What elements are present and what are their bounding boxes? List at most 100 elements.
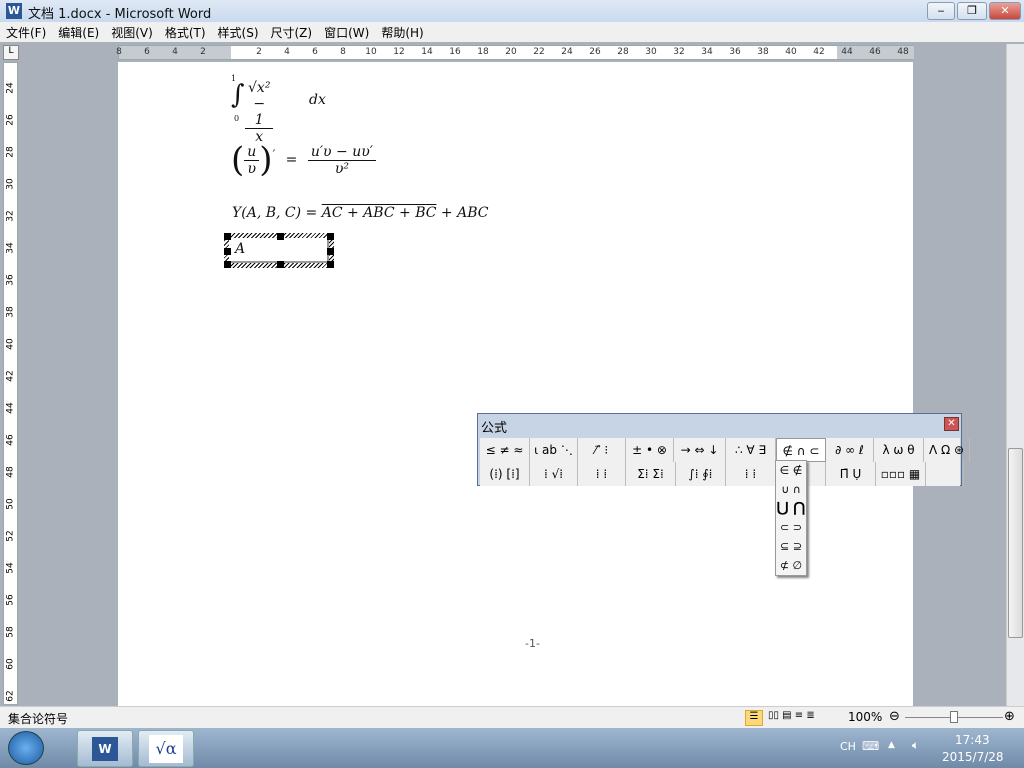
start-button[interactable] <box>8 731 44 765</box>
ruler-tick: 38 <box>5 306 16 318</box>
scrollbar-thumb[interactable] <box>1008 448 1023 638</box>
print-layout-icon[interactable]: ☰ <box>745 710 763 726</box>
menu-help[interactable]: 帮助(H) <box>375 22 429 43</box>
menu-style[interactable]: 样式(S) <box>212 22 265 43</box>
ruler-tick: 16 <box>449 47 461 57</box>
menu-format[interactable]: 格式(T) <box>159 22 212 43</box>
equation-edit-box[interactable]: A <box>224 233 334 268</box>
palette-button[interactable]: ∂ ∞ ℓ <box>826 438 874 462</box>
menu-bar: 文件(F) 编辑(E) 视图(V) 格式(T) 样式(S) 尺寸(Z) 窗口(W) 帮助(H) <box>0 22 1024 42</box>
differential: dx <box>309 92 326 108</box>
minimize-button[interactable]: ‒ <box>927 2 955 20</box>
ruler-tick: 10 <box>365 47 377 57</box>
palette-button[interactable]: ∴ ∀ ∃ <box>726 438 776 462</box>
palette-button[interactable]: ∫⁞ ∮⁞ <box>676 462 726 486</box>
palette-button[interactable]: ∉ ∩ ⊂ <box>776 438 826 462</box>
set-symbol-item[interactable]: ⊄ ∅ <box>776 556 806 575</box>
palette-button[interactable] <box>926 462 964 486</box>
term: C <box>425 205 437 221</box>
set-symbol-item[interactable]: ⋃ ⋂ <box>776 499 806 518</box>
zoom-slider-thumb[interactable] <box>950 711 958 723</box>
document-page[interactable]: 1 ∫ 0 √x² − 1x dx (u υ)′ = u′υ − uυ′ υ² Y(… <box>118 62 913 706</box>
palette-button[interactable]: λ ω θ <box>874 438 924 462</box>
volume-icon[interactable]: 🔈︎ <box>912 738 919 753</box>
denominator: υ² <box>334 160 349 177</box>
palette-button[interactable]: ≤ ≠ ≈ <box>480 438 530 462</box>
palette-button[interactable]: Σ⁞ Σ⁞ <box>626 462 676 486</box>
equation-logic[interactable]: Y(A, B, C) = AC + ABC + BC + ABC <box>232 205 488 221</box>
palette-button[interactable]: Π̄ Ụ <box>826 462 876 486</box>
ruler-tick: 2 <box>200 47 206 57</box>
equation-palette: 公式 ✕ ≤ ≠ ≈ ⍳ ab ⋱ ⁄ ⃗ ⁝ ± • ⊗ → ⇔ ↓ ∴ ∀ ∃ ∉ ∩ … <box>477 413 970 486</box>
palette-button[interactable]: → ⇔ ↓ <box>674 438 726 462</box>
numerator: u′υ − uυ′ <box>307 144 376 161</box>
page-number: -1- <box>525 637 540 650</box>
taskbar-word[interactable]: W <box>77 730 133 767</box>
set-symbol-item[interactable]: ∪ ∩ <box>776 480 806 499</box>
ruler-tick: 40 <box>785 47 797 57</box>
zoom-level[interactable]: 100% <box>848 710 882 724</box>
status-bar: 集合论符号 ☰ ▯▯ ▤ ≡ ≣ 100% ⊖ ⊕ <box>0 706 1024 728</box>
palette-button[interactable]: ⁞ √⁞ <box>530 462 578 486</box>
numerator: √x² − 1 <box>245 80 274 129</box>
restore-button[interactable]: ❐ <box>957 2 987 20</box>
keyboard-icon[interactable]: ⌨ <box>862 739 879 753</box>
ruler-tick: 44 <box>5 402 16 414</box>
menu-edit[interactable]: 编辑(E) <box>52 22 105 43</box>
palette-button[interactable]: ▫▫▫ ▦ <box>876 462 926 486</box>
equation-derivative[interactable]: (u υ)′ = u′υ − uυ′ υ² <box>231 140 376 180</box>
view-mode-icons[interactable]: ▯▯ ▤ ≡ ≣ <box>768 710 815 721</box>
ruler-tick: 34 <box>5 242 16 254</box>
vertical-scrollbar[interactable] <box>1006 44 1024 706</box>
palette-button[interactable]: ⁞ ⁞ <box>726 462 776 486</box>
palette-button[interactable]: ⍳ ab ⋱ <box>530 438 578 462</box>
zoom-out-icon[interactable]: ⊖ <box>889 709 900 724</box>
set-symbol-item[interactable]: ⊆ ⊇ <box>776 537 806 556</box>
ruler-tick: 38 <box>757 47 769 57</box>
ruler-tick: 20 <box>505 47 517 57</box>
ruler-tick: 4 <box>284 47 290 57</box>
ruler-tick: 8 <box>116 47 122 57</box>
integral-lower-limit: 0 <box>234 114 240 123</box>
taskbar-equation-editor[interactable]: √α <box>138 730 194 767</box>
set-symbol-item[interactable]: ∈ ∉ <box>776 461 806 480</box>
palette-button[interactable]: ⁞ ⁞ <box>578 462 626 486</box>
ruler-tick: 50 <box>5 498 16 510</box>
window-title: 文档 1.docx - Microsoft Word <box>28 7 212 22</box>
palette-button[interactable]: Λ Ω ⊛ <box>924 438 970 462</box>
show-hidden-icons[interactable]: ▲ <box>888 740 895 750</box>
vertical-ruler[interactable]: 24 26 28 30 32 34 36 38 40 42 44 46 48 50 52 54 56 58 60 62 <box>3 62 18 705</box>
clock-time[interactable]: 17:43 <box>955 733 990 747</box>
horizontal-ruler[interactable]: 8 6 4 2 2 4 6 8 10 12 14 16 18 20 22 24 26 28 30 32 34 36 38 40… <box>116 45 914 60</box>
ruler-tick: 56 <box>5 594 16 606</box>
menu-file[interactable]: 文件(F) <box>0 22 52 43</box>
ruler-tick: 42 <box>5 370 16 382</box>
tab-selector-button[interactable]: L <box>3 45 19 60</box>
taskbar: W √α CH ⌨ ▲ 🔈︎ 17:43 2015/7/28 <box>0 728 1024 768</box>
ruler-tick: 18 <box>477 47 489 57</box>
palette-button[interactable]: ⁄ ⃗ ⁝ <box>578 438 626 462</box>
term: AC + <box>321 205 364 221</box>
palette-title: 公式 <box>481 421 508 436</box>
word-app-icon[interactable]: W <box>6 3 22 19</box>
clock-date[interactable]: 2015/7/28 <box>942 750 1004 764</box>
palette-button[interactable]: ± • ⊗ <box>626 438 674 462</box>
menu-window[interactable]: 窗口(W) <box>318 22 375 43</box>
ruler-tick: 52 <box>5 530 16 542</box>
ruler-tick: 8 <box>340 47 346 57</box>
ruler-tick: 2 <box>256 47 262 57</box>
input-language[interactable]: CH <box>840 740 856 753</box>
set-symbol-item[interactable]: ⊂ ⊃ <box>776 518 806 537</box>
ruler-tick: 46 <box>869 47 881 57</box>
edit-box-content[interactable]: A <box>235 241 245 257</box>
close-button[interactable]: ✕ <box>989 2 1021 20</box>
ruler-tick: 22 <box>533 47 545 57</box>
menu-size[interactable]: 尺寸(Z) <box>265 22 319 43</box>
status-text: 集合论符号 <box>8 712 69 726</box>
palette-close-button[interactable]: ✕ <box>944 417 959 431</box>
palette-button[interactable]: (⁞) [⁞] <box>480 462 530 486</box>
menu-view[interactable]: 视图(V) <box>105 22 159 43</box>
title-bar: W 文档 1.docx - Microsoft Word ‒ ❐ ✕ <box>0 0 1024 22</box>
equals: = <box>285 152 298 168</box>
zoom-in-icon[interactable]: ⊕ <box>1004 709 1015 724</box>
